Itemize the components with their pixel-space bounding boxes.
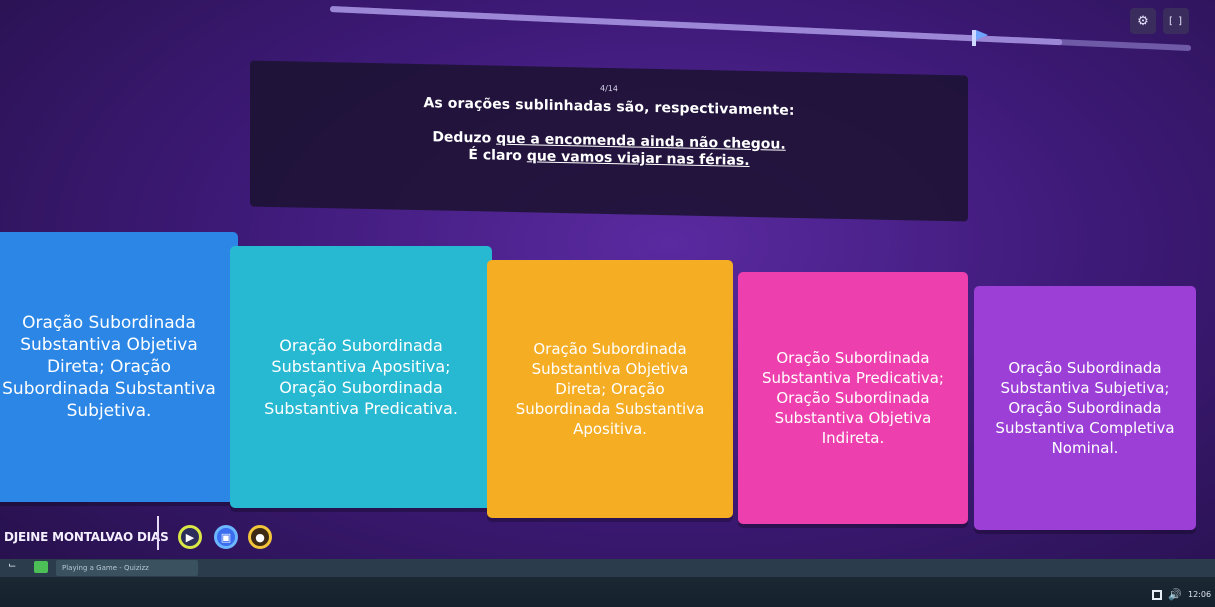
player-name: DJEINE MONTALVAO DIAS <box>4 530 169 544</box>
answer-option-3-label: Oração Subordinada Substantiva Objetiva … <box>515 340 705 438</box>
gear-icon: ⚙ <box>1137 13 1149 29</box>
player-divider <box>157 516 159 550</box>
powerup-shield-icon[interactable]: ▣ <box>214 525 238 549</box>
answer-option-3[interactable]: Oração Subordinada Substantiva Objetiva … <box>487 260 733 518</box>
answer-option-2[interactable]: Oração Subordinada Substantiva Apositiva… <box>230 246 492 508</box>
answer-option-5-label: Oração Subordinada Substantiva Subjetiva… <box>995 359 1175 457</box>
fullscreen-button[interactable]: [ ] <box>1163 8 1189 34</box>
settings-button[interactable]: ⚙ <box>1130 8 1156 34</box>
volume-icon[interactable]: 🔊 <box>1168 588 1182 601</box>
answer-option-2-label: Oração Subordinada Substantiva Apositiva… <box>264 336 458 418</box>
os-taskbar: ⌙ Playing a Game - Quizizz 🔊 12:06 <box>0 559 1215 607</box>
sentence-2-prefix: É claro <box>468 147 527 165</box>
answer-option-4-label: Oração Subordinada Substantiva Predicati… <box>762 349 944 447</box>
app-launcher-icon[interactable] <box>34 561 48 573</box>
powerup-streak-icon[interactable]: ▶ <box>178 525 202 549</box>
sentence-2-underlined: que vamos viajar nas férias. <box>526 148 750 169</box>
finish-flag-icon <box>972 30 988 46</box>
sentence-1-prefix: Deduzo <box>432 129 497 147</box>
start-icon[interactable]: ⌙ <box>8 560 16 571</box>
progress-bar <box>329 6 1192 52</box>
progress-bar-fill <box>329 6 1063 46</box>
taskbar-clock: 12:06 <box>1188 590 1212 599</box>
fullscreen-icon: [ ] <box>1169 15 1183 27</box>
taskbar-window-item[interactable]: Playing a Game - Quizizz <box>56 560 198 576</box>
answer-option-4[interactable]: Oração Subordinada Substantiva Predicati… <box>738 272 968 524</box>
powerup-timer-icon[interactable]: ● <box>248 525 272 549</box>
tray-window-icon[interactable] <box>1152 590 1162 600</box>
answer-option-1-label: Oração Subordinada Substantiva Objetiva … <box>2 313 216 421</box>
question-box: 4/14 As orações sublinhadas são, respect… <box>250 60 968 222</box>
answer-option-5[interactable]: Oração Subordinada Substantiva Subjetiva… <box>974 286 1196 530</box>
answer-option-1[interactable]: Oração Subordinada Substantiva Objetiva … <box>0 232 238 502</box>
